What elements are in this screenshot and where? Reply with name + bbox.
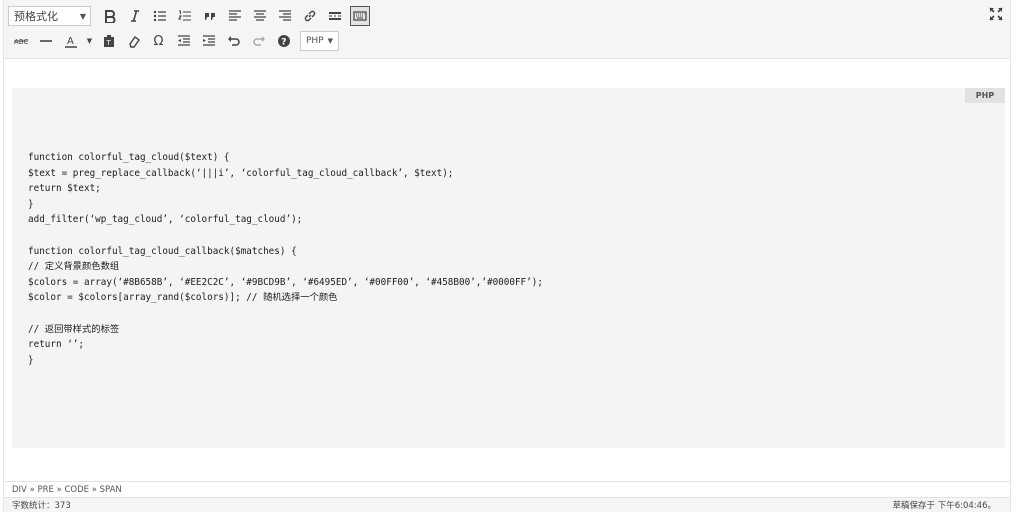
code-line: // 返回带样式的标签 xyxy=(28,323,120,335)
code-line: } xyxy=(28,354,34,366)
horizontal-rule-icon[interactable] xyxy=(36,31,56,51)
code-lines[interactable]: function colorful_tag_cloud($text) { $tex… xyxy=(28,150,543,368)
indent-icon[interactable] xyxy=(199,31,219,51)
toolbar-row-1: 预格式化 ▼ xyxy=(8,4,372,28)
code-line: function colorful_tag_cloud_callback($ma… xyxy=(28,245,297,257)
bullet-list-icon[interactable] xyxy=(150,6,170,26)
svg-text:ABC: ABC xyxy=(14,38,28,46)
chevron-down-icon: ▼ xyxy=(327,37,334,45)
toolbar-row-2: ABC A ▼ T Ω ? PHP ▼ xyxy=(8,29,340,53)
code-block[interactable]: PHP function colorful_tag_cloud($text) {… xyxy=(12,88,1005,448)
code-line: } xyxy=(28,198,34,210)
code-line: $text = preg_replace_callback(‘|||i’, ‘c… xyxy=(28,167,454,179)
help-icon[interactable]: ? xyxy=(274,31,294,51)
editor-toolbar: 预格式化 ▼ ABC A ▼ T Ω ? PHP ▼ xyxy=(4,0,1010,59)
special-character-icon[interactable]: Ω xyxy=(149,31,169,51)
element-path[interactable]: DIV » PRE » CODE » SPAN xyxy=(4,481,1010,497)
text-color-dropdown-icon[interactable]: ▼ xyxy=(86,31,94,51)
blockquote-icon[interactable] xyxy=(200,6,220,26)
redo-icon[interactable] xyxy=(249,31,269,51)
svg-text:A: A xyxy=(67,36,74,47)
paste-as-text-icon[interactable]: T xyxy=(99,31,119,51)
numbered-list-icon[interactable] xyxy=(175,6,195,26)
code-line: // 定义背景颜色数组 xyxy=(28,261,120,273)
code-line: function colorful_tag_cloud($text) { xyxy=(28,152,230,163)
status-bar: 字数统计：373 草稿保存于 下午6:04:46。 xyxy=(4,497,1010,512)
word-count: 字数统计：373 xyxy=(12,501,71,511)
align-left-icon[interactable] xyxy=(225,6,245,26)
toolbar-toggle-icon[interactable] xyxy=(349,6,370,26)
link-icon[interactable] xyxy=(300,6,320,26)
align-right-icon[interactable] xyxy=(275,6,295,26)
strikethrough-icon[interactable]: ABC xyxy=(11,31,31,51)
clear-formatting-icon[interactable] xyxy=(124,31,144,51)
format-select-value: 预格式化 xyxy=(14,10,58,23)
chevron-down-icon: ▼ xyxy=(79,11,86,21)
fullscreen-icon[interactable] xyxy=(988,6,1004,22)
svg-text:T: T xyxy=(105,39,111,47)
outdent-icon[interactable] xyxy=(174,31,194,51)
bold-icon[interactable] xyxy=(100,6,120,26)
italic-icon[interactable] xyxy=(125,6,145,26)
code-line: $color = $colors[array_rand($colors)]; /… xyxy=(28,292,338,304)
code-line: $colors = array(‘#8B658B’, ‘#EE2C2C’, ‘#… xyxy=(28,276,543,288)
text-color-icon[interactable]: A xyxy=(61,31,81,51)
code-line: add_filter(‘wp_tag_cloud’, ‘colorful_tag… xyxy=(28,214,303,226)
language-select[interactable]: PHP ▼ xyxy=(300,31,340,51)
editor: 预格式化 ▼ ABC A ▼ T Ω ? PHP ▼ PHP function … xyxy=(3,0,1011,512)
draft-saved-status: 草稿保存于 下午6:04:46。 xyxy=(892,501,996,511)
svg-text:?: ? xyxy=(281,38,286,48)
undo-icon[interactable] xyxy=(224,31,244,51)
read-more-icon[interactable] xyxy=(325,6,345,26)
code-line: return ‘’; xyxy=(28,339,84,351)
align-center-icon[interactable] xyxy=(250,6,270,26)
format-select[interactable]: 预格式化 ▼ xyxy=(8,6,91,26)
language-select-value: PHP xyxy=(306,36,324,46)
code-line: return $text; xyxy=(28,183,101,195)
code-language-badge: PHP xyxy=(965,88,1005,103)
